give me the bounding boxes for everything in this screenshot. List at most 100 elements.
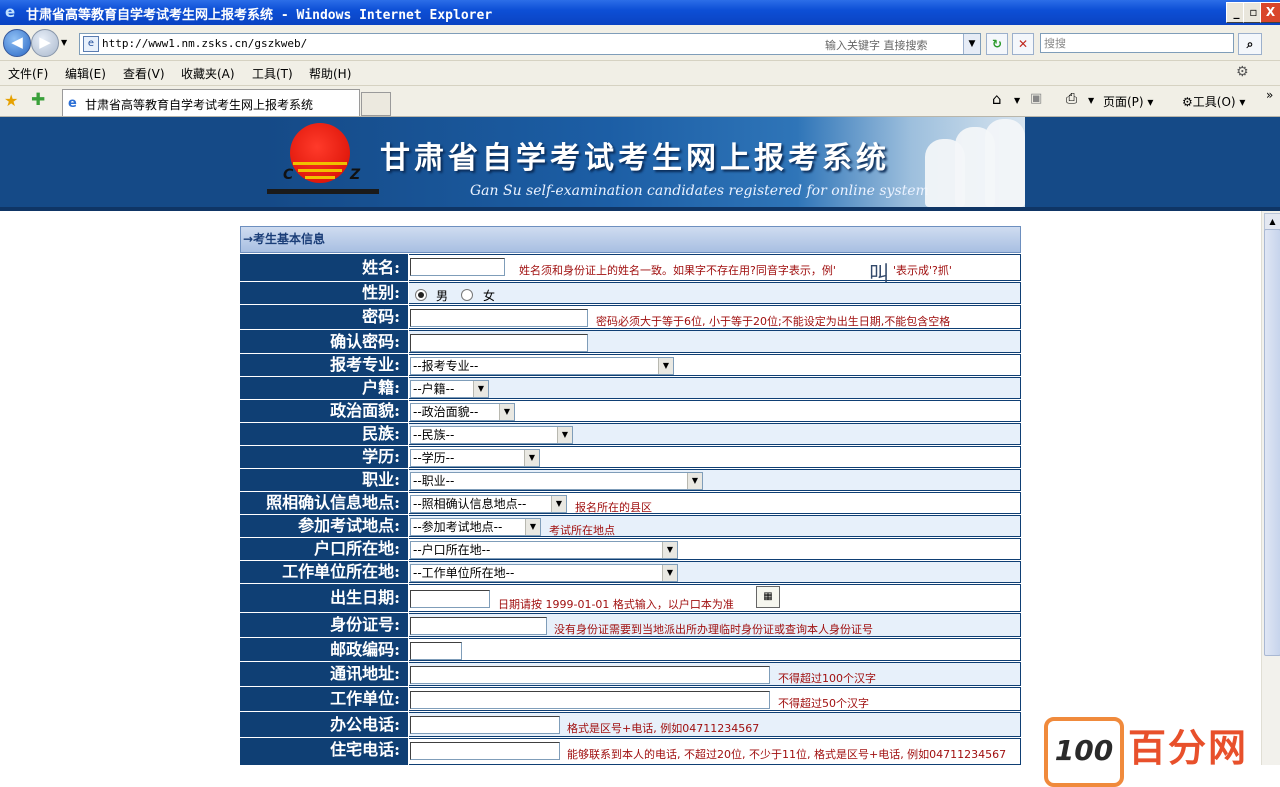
form-row-ethnic: 民族: --民族-- ▼ <box>240 423 1021 446</box>
confirm-password-input[interactable] <box>410 334 588 352</box>
job-select[interactable]: --职业-- ▼ <box>410 472 703 490</box>
password-label: 密码: <box>240 305 408 329</box>
calendar-icon[interactable]: ▦ <box>756 586 780 608</box>
company-input[interactable] <box>410 691 770 709</box>
forward-button[interactable]: ▶ <box>31 29 59 57</box>
photo-location-select[interactable]: --照相确认信息地点-- ▼ <box>410 495 567 513</box>
menu-view[interactable]: 查看(V) <box>123 65 165 82</box>
menu-file[interactable]: 文件(F) <box>8 65 48 82</box>
work-location-field-cell: --工作单位所在地-- ▼ <box>409 561 1021 583</box>
postcode-label: 邮政编码: <box>240 638 408 661</box>
menu-help[interactable]: 帮助(H) <box>309 65 351 82</box>
stop-icon[interactable]: ✕ <box>1012 33 1034 55</box>
tab-bar: ★ ✚ e 甘肃省高等教育自学考试考生网上报考系统 ⌂ ▼ ▣ ⎙ ▼ 页面(P… <box>0 86 1280 117</box>
search-input[interactable]: 搜搜 <box>1040 33 1234 53</box>
close-button[interactable]: X <box>1260 2 1280 23</box>
job-label: 职业: <box>240 469 408 491</box>
add-favorite-icon[interactable]: ✚ <box>31 90 45 110</box>
logo-stripe <box>298 169 342 172</box>
form-row-exam: 参加考试地点: --参加考试地点-- ▼ 考试所在地点 <box>240 515 1021 538</box>
gender-male-radio[interactable] <box>415 289 427 301</box>
company-label: 工作单位: <box>240 687 408 711</box>
page-menu[interactable]: 页面(P) ▾ <box>1103 93 1153 110</box>
form-row-huji: 户籍: --户籍-- ▼ <box>240 377 1021 400</box>
education-select-value: --学历-- <box>413 451 455 465</box>
history-dropdown-icon[interactable]: ▼ <box>61 38 67 47</box>
feeds-icon[interactable]: ⚙ <box>1236 64 1249 80</box>
logo-letter-c: C <box>283 167 294 183</box>
menu-tools[interactable]: 工具(T) <box>252 65 293 82</box>
home-dropdown-icon[interactable]: ▼ <box>1014 96 1020 105</box>
feeds-toolbar-icon[interactable]: ▣ <box>1030 91 1042 106</box>
back-button[interactable]: ◀ <box>3 29 31 57</box>
refresh-icon[interactable]: ↻ <box>986 33 1008 55</box>
education-select[interactable]: --学历-- ▼ <box>410 449 540 467</box>
chevron-down-icon: ▼ <box>658 358 673 374</box>
exam-label: 参加考试地点: <box>240 515 408 537</box>
address-note: 不得超过100个汉字 <box>778 672 876 685</box>
hukou-select[interactable]: --户口所在地-- ▼ <box>410 541 678 559</box>
tab-current[interactable]: e 甘肃省高等教育自学考试考生网上报考系统 <box>62 89 360 116</box>
print-icon[interactable]: ⎙ <box>1066 91 1077 107</box>
address-input[interactable] <box>410 666 770 684</box>
url-dropdown-icon[interactable]: ▼ <box>963 34 980 54</box>
home-phone-input[interactable] <box>410 742 560 760</box>
scroll-up-icon[interactable]: ▲ <box>1264 213 1280 230</box>
chevron-down-icon: ▼ <box>525 519 540 535</box>
home-icon[interactable]: ⌂ <box>992 90 1002 108</box>
chevron-down-icon: ▼ <box>662 565 677 581</box>
password-input[interactable] <box>410 309 588 327</box>
chevron-down-icon: ▼ <box>524 450 539 466</box>
form-row-hukou: 户口所在地: --户口所在地-- ▼ <box>240 538 1021 561</box>
major-select-value: --报考专业-- <box>413 359 479 373</box>
form-row-office-phone: 办公电话: 格式是区号+电话, 例如04711234567 <box>240 712 1021 738</box>
company-note: 不得超过50个汉字 <box>778 697 869 710</box>
home-phone-field-cell: 能够联系到本人的电话, 不超过20位, 不少于11位, 格式是区号+电话, 例如… <box>409 738 1021 765</box>
postcode-input[interactable] <box>410 642 462 660</box>
hukou-label: 户口所在地: <box>240 538 408 560</box>
major-select[interactable]: --报考专业-- ▼ <box>410 357 674 375</box>
political-select[interactable]: --政治面貌-- ▼ <box>410 403 515 421</box>
ethnic-field-cell: --民族-- ▼ <box>409 423 1021 445</box>
ethnic-select-value: --民族-- <box>413 428 455 442</box>
chevron-down-icon: ▼ <box>662 542 677 558</box>
tab-label: 甘肃省高等教育自学考试考生网上报考系统 <box>85 98 314 112</box>
menu-edit[interactable]: 编辑(E) <box>65 65 106 82</box>
logo-letter-z: Z <box>350 167 361 183</box>
print-dropdown-icon[interactable]: ▼ <box>1088 96 1094 105</box>
page-menu-label: 页面(P) <box>1103 95 1144 109</box>
toolbar-overflow-icon[interactable]: » <box>1266 88 1273 102</box>
scroll-thumb[interactable] <box>1264 229 1280 656</box>
gender-label: 性别: <box>240 282 408 304</box>
menu-favorites[interactable]: 收藏夹(A) <box>181 65 235 82</box>
photo-label: 照相确认信息地点: <box>240 492 408 514</box>
birth-field-cell: 日期请按 1999-01-01 格式输入，以户口本为准 ▦ <box>409 584 1021 612</box>
logo-sun-icon <box>290 123 350 183</box>
search-icon[interactable]: ⌕ <box>1238 33 1262 55</box>
ethnic-select[interactable]: --民族-- ▼ <box>410 426 573 444</box>
exam-location-select[interactable]: --参加考试地点-- ▼ <box>410 518 541 536</box>
gender-female-radio[interactable] <box>461 289 473 301</box>
url-field[interactable]: e http://www1.nm.zsks.cn/gszkweb/ 输入关键字 … <box>79 33 981 55</box>
ethnic-label: 民族: <box>240 423 408 445</box>
idcard-note: 没有身份证需要到当地派出所办理临时身份证或查询本人身份证号 <box>554 623 873 636</box>
huji-select[interactable]: --户籍-- ▼ <box>410 380 489 398</box>
idcard-input[interactable] <box>410 617 547 635</box>
address-bar: ◀ ▶ ▼ e http://www1.nm.zsks.cn/gszkweb/ … <box>0 25 1280 61</box>
ie-logo-icon: e <box>5 3 16 21</box>
name-input[interactable] <box>410 258 505 276</box>
office-phone-input[interactable] <box>410 716 560 734</box>
form-row-address: 通讯地址: 不得超过100个汉字 <box>240 662 1021 687</box>
tools-menu[interactable]: ⚙工具(O) ▾ <box>1182 93 1245 110</box>
watermark-logo: 100 百分网 <box>1040 715 1270 787</box>
huji-select-value: --户籍-- <box>413 382 455 396</box>
banner-graduate-figure <box>985 119 1025 207</box>
work-location-select[interactable]: --工作单位所在地-- ▼ <box>410 564 678 582</box>
new-tab-button[interactable] <box>361 92 391 116</box>
vertical-scrollbar[interactable]: ▲ <box>1261 211 1280 765</box>
birth-date-input[interactable] <box>410 590 490 608</box>
idcard-label: 身份证号: <box>240 613 408 637</box>
form-row-photo: 照相确认信息地点: --照相确认信息地点-- ▼ 报名所在的县区 <box>240 492 1021 515</box>
window-title: 甘肃省高等教育自学考试考生网上报考系统 - Windows Internet E… <box>26 8 493 23</box>
favorites-star-icon[interactable]: ★ <box>4 91 18 110</box>
